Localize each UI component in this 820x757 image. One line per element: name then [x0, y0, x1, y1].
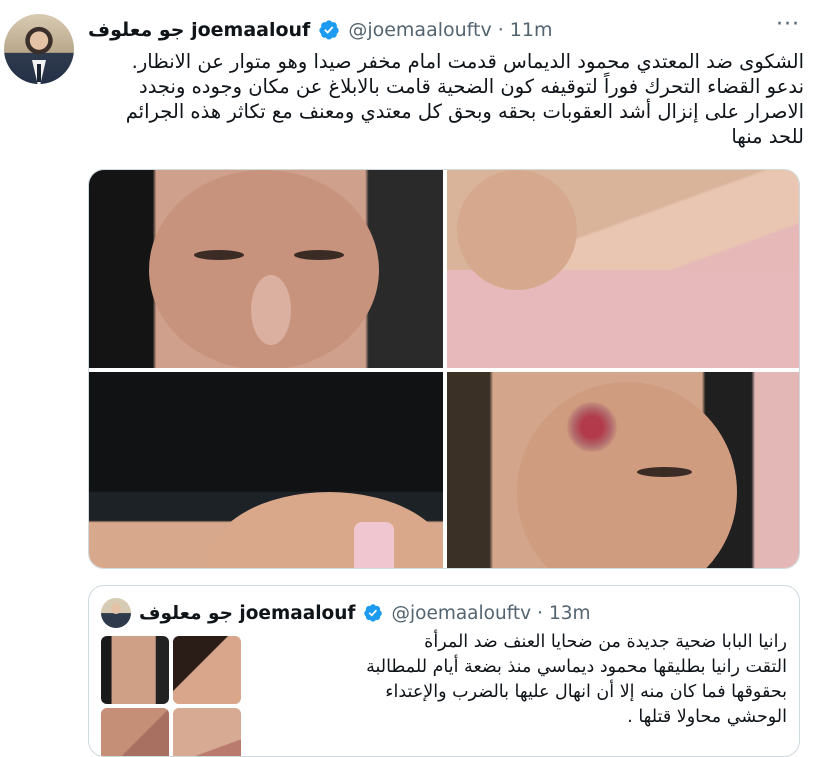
media-photo-3[interactable]	[89, 372, 443, 568]
photo-eye	[637, 467, 692, 477]
quoted-text-line: الوحشي محاولا قتلها .	[627, 707, 787, 727]
avatar-tie	[37, 64, 41, 82]
quoted-media-grid	[101, 636, 241, 756]
tweet-media-grid	[88, 169, 800, 569]
tweet-text: الشكوى ضد المعتدي محمود الديماس قدمت اما…	[88, 49, 804, 149]
media-photo-1[interactable]	[89, 170, 443, 368]
photo-strap	[354, 522, 394, 568]
photo-bruise	[567, 402, 617, 452]
quoted-text-line: التقت رانيا بطليقها محمود ديماسي منذ بضع…	[366, 657, 787, 677]
author-handle[interactable]: @joemaalouftv	[348, 19, 491, 41]
quoted-tweet[interactable]: جو معلوف joemaalouf @joemaalouftv · 13m …	[88, 585, 800, 757]
photo-face	[517, 382, 737, 568]
quoted-author-handle: @joemaalouftv	[391, 602, 532, 624]
quoted-text-line: بحقوقها فما كان منه إلا أن انهال عليها ب…	[385, 682, 787, 702]
author-avatar[interactable]	[4, 14, 74, 84]
quoted-tweet-timestamp: 13m	[548, 602, 591, 624]
separator-dot: ·	[537, 602, 543, 624]
tweet-text-line: الاصرار على إنزال أشد العقوبات بحقه وبحق…	[125, 100, 804, 123]
separator-dot: ·	[497, 19, 504, 41]
quoted-tweet-header: جو معلوف joemaalouf @joemaalouftv · 13m	[101, 598, 591, 628]
media-photo-4[interactable]	[447, 372, 799, 568]
verified-badge-icon	[364, 604, 383, 622]
quoted-media-photo-2	[173, 636, 241, 704]
more-icon[interactable]: ···	[776, 12, 800, 37]
author-display-name[interactable]: جو معلوف joemaalouf	[88, 19, 310, 41]
tweet[interactable]: جو معلوف joemaalouf @joemaalouftv · 11m …	[0, 0, 820, 757]
media-photo-2[interactable]	[447, 170, 799, 368]
quoted-media-photo-3	[101, 708, 169, 756]
quoted-media-photo-4	[173, 708, 241, 756]
quoted-media-photo-1	[101, 636, 169, 704]
photo-shoulder	[209, 492, 443, 568]
quoted-author-display-name: جو معلوف joemaalouf	[139, 602, 356, 624]
tweet-text-line: الشكوى ضد المعتدي محمود الديماس قدمت اما…	[131, 50, 804, 73]
photo-nose	[251, 275, 291, 345]
tweet-timestamp[interactable]: 11m	[510, 19, 553, 41]
quoted-tweet-text: رانيا البابا ضحية جديدة من ضحايا العنف ض…	[257, 630, 787, 730]
photo-eye	[194, 250, 244, 260]
quoted-text-line: رانيا البابا ضحية جديدة من ضحايا العنف ض…	[424, 632, 787, 652]
photo-eye	[294, 250, 344, 260]
quoted-author-avatar	[101, 598, 131, 628]
tweet-text-line: للحد منها	[731, 125, 804, 148]
tweet-text-line: ندعو القضاء التحرك فوراً لتوقيفه كون الض…	[139, 75, 804, 98]
photo-hand	[457, 170, 577, 290]
verified-badge-icon	[319, 20, 339, 40]
tweet-header: جو معلوف joemaalouf @joemaalouftv · 11m	[88, 14, 808, 46]
